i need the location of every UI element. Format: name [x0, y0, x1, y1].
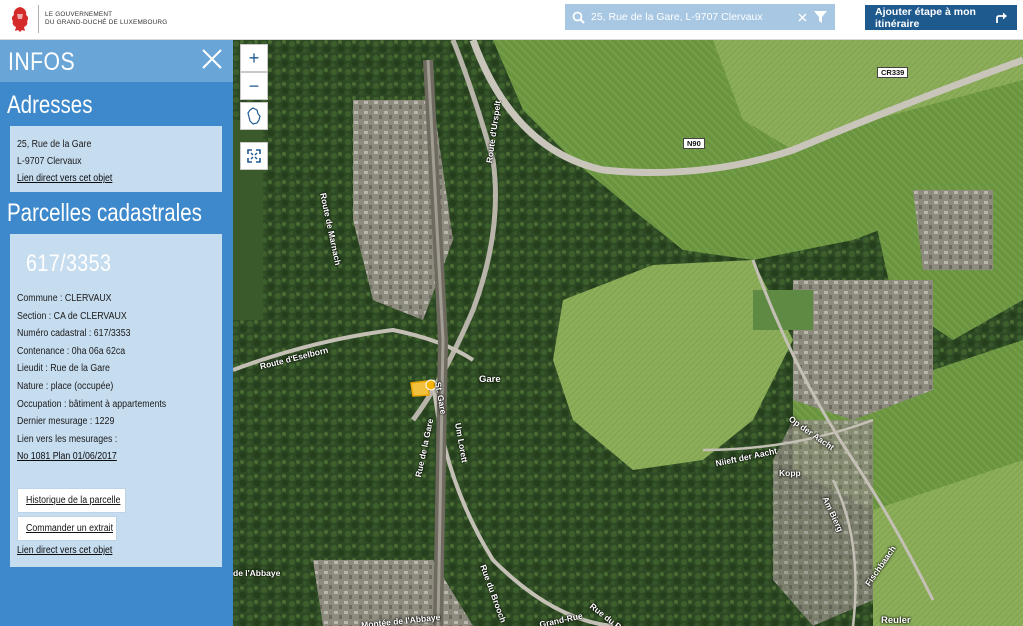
order-extract-button[interactable]: Commander un extrait — [17, 516, 117, 541]
measurement-link[interactable]: No 1081 Plan 01/06/2017 — [17, 448, 197, 466]
search-bar — [565, 4, 835, 30]
lion-crest-icon — [11, 7, 29, 32]
aerial-imagery — [233, 40, 1023, 626]
government-logo[interactable]: LE GOUVERNEMENT DU GRAND-DUCHÉ DE LUXEMB… — [8, 4, 167, 34]
fullscreen-button[interactable] — [240, 142, 268, 170]
add-stage-label: Ajouter étape à mon itinéraire — [875, 5, 976, 30]
parcel-fields: Commune : CLERVAUX Section : CA de CLERV… — [17, 290, 222, 466]
parcels-title: Parcelles cadastrales — [7, 199, 202, 227]
logo-text: LE GOUVERNEMENT DU GRAND-DUCHÉ DE LUXEMB… — [45, 11, 167, 27]
field-cadastral-number: Numéro cadastral : 617/3353 — [17, 328, 131, 340]
label-reuler: Reuler — [881, 615, 911, 626]
panel-title: INFOS — [8, 48, 76, 76]
field-nature: Nature : place (occupée) — [17, 380, 114, 392]
field-commune: Commune : CLERVAUX — [17, 293, 112, 304]
panel-header: INFOS — [0, 40, 233, 82]
label-gare: Gare — [479, 374, 501, 385]
add-stage-button[interactable]: Ajouter étape à mon itinéraire — [865, 5, 1017, 30]
label-kopp: Kopp — [779, 468, 801, 478]
field-section: Section : CA de CLERVAUX — [17, 310, 127, 322]
road-shield-cr339: CR339 — [877, 67, 909, 78]
address-box: 25, Rue de la Gare L-9707 Clervaux Lien … — [10, 126, 222, 192]
info-panel: INFOS Adresses 25, Rue de la Gare L-9707… — [0, 40, 233, 626]
addresses-title: Adresses — [7, 91, 93, 119]
logo-line-2: DU GRAND-DUCHÉ DE LUXEMBOURG — [45, 19, 168, 26]
parcel-direct-link[interactable]: Lien direct vers cet objet — [17, 545, 112, 556]
country-outline-button[interactable] — [240, 102, 268, 130]
order-extract-label: Commander un extrait — [26, 523, 114, 534]
fullscreen-icon — [247, 149, 261, 163]
clear-search-icon[interactable] — [795, 4, 809, 30]
field-occupation: Occupation : bâtiment à appartements — [17, 398, 167, 410]
logo-divider — [38, 5, 39, 33]
field-measurements-label: Lien vers les mesurages : — [17, 433, 118, 445]
label-abbaye: de l'Abbaye — [233, 568, 281, 578]
search-input[interactable] — [589, 4, 795, 30]
luxembourg-outline-icon — [247, 107, 261, 125]
parcel-history-label: Historique de la parcelle — [26, 495, 121, 506]
header: LE GOUVERNEMENT DU GRAND-DUCHÉ DE LUXEMB… — [0, 0, 1023, 40]
map-view[interactable]: CR339 N90 Gare Route d'Eselborn Route de… — [233, 40, 1023, 626]
parcel-history-button[interactable]: Historique de la parcelle — [17, 488, 126, 513]
address-line-1: 25, Rue de la Gare — [17, 139, 92, 150]
parcel-number: 617/3353 — [26, 250, 112, 277]
parcel-box: 617/3353 Commune : CLERVAUX Section : CA… — [10, 234, 222, 567]
zoom-out-button[interactable]: − — [240, 72, 268, 100]
zoom-in-button[interactable]: + — [240, 44, 268, 72]
filter-icon[interactable] — [809, 4, 831, 30]
logo-line-1: LE GOUVERNEMENT — [45, 11, 113, 18]
field-last-measurement: Dernier mesurage : 1229 — [17, 416, 115, 428]
address-direct-link[interactable]: Lien direct vers cet objet — [17, 170, 197, 187]
search-icon[interactable] — [567, 4, 589, 30]
field-locality: Lieudit : Rue de la Gare — [17, 363, 110, 375]
close-icon[interactable] — [201, 48, 223, 70]
turn-arrow-icon — [993, 12, 1011, 24]
address-line-2: L-9707 Clervaux — [17, 156, 82, 167]
field-area: Contenance : 0ha 06a 62ca — [17, 345, 126, 357]
road-shield-n90: N90 — [683, 138, 705, 149]
